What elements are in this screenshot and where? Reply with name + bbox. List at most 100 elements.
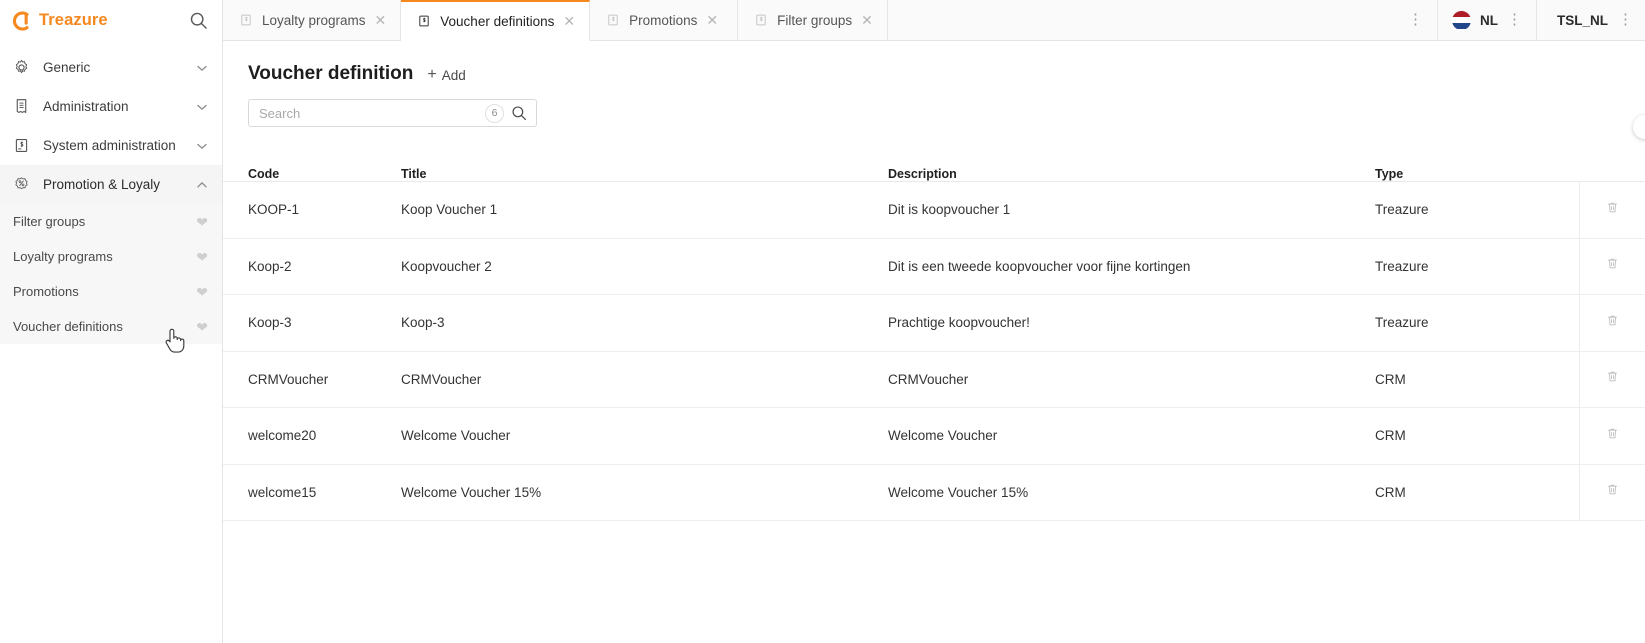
tab-label: Loyalty programs xyxy=(262,12,366,28)
page-content: Voucher definition + Add 6 xyxy=(223,41,1645,643)
sidebar-item-promotion-loyaly[interactable]: Promotion & Loyaly xyxy=(0,165,222,204)
chevron-down-icon[interactable] xyxy=(196,140,208,152)
search-icon[interactable] xyxy=(189,11,208,30)
cell-description: Prachtige koopvoucher! xyxy=(888,315,1030,331)
tab-bar: Loyalty programs ✕ Voucher definitions ✕ xyxy=(223,0,1645,41)
cell-description: Dit is koopvoucher 1 xyxy=(888,202,1011,218)
main-area: Loyalty programs ✕ Voucher definitions ✕ xyxy=(223,0,1645,643)
delete-row-button[interactable] xyxy=(1579,238,1645,294)
close-icon[interactable]: ✕ xyxy=(706,13,718,27)
add-button[interactable]: + Add xyxy=(427,67,465,83)
cell-title: Koopvoucher 2 xyxy=(401,258,492,274)
sidebar-item-label: System administration xyxy=(43,138,176,153)
netherlands-flag-icon xyxy=(1451,10,1471,30)
page-title: Voucher definition xyxy=(248,63,414,84)
cell-code: Koop-2 xyxy=(248,258,292,274)
sidebar-subitem-label: Loyalty programs xyxy=(13,249,113,264)
sidebar-item-label: Promotion & Loyaly xyxy=(43,177,161,192)
sidebar-item-promotions[interactable]: Promotions ❤ xyxy=(0,274,222,309)
cell-code: CRMVoucher xyxy=(248,371,329,387)
column-header-type: Type xyxy=(1375,167,1404,181)
sidebar-nav: Generic Administration System administra… xyxy=(0,41,222,344)
sidebar-item-filter-groups[interactable]: Filter groups ❤ xyxy=(0,204,222,239)
table-row[interactable]: KOOP-1 Koop Voucher 1 Dit is koopvoucher… xyxy=(223,182,1645,239)
sidebar-item-generic[interactable]: Generic xyxy=(0,48,222,87)
brand[interactable]: Treazure xyxy=(10,10,108,32)
sidebar-item-administration[interactable]: Administration xyxy=(0,87,222,126)
cell-type: Treazure xyxy=(1375,202,1429,218)
trash-icon xyxy=(1605,200,1620,220)
application-window: Treazure Generic Administration System a… xyxy=(0,0,1645,643)
search-area: 6 xyxy=(223,85,1645,127)
gear-icon xyxy=(13,59,35,76)
tenant-label: TSL_NL xyxy=(1556,12,1608,28)
table-row[interactable]: welcome20 Welcome Voucher Welcome Vouche… xyxy=(223,408,1645,465)
delete-row-button[interactable] xyxy=(1579,408,1645,464)
heart-icon[interactable]: ❤ xyxy=(196,320,208,334)
tenant-selector[interactable]: TSL_NL ⋮ xyxy=(1537,0,1645,40)
close-icon[interactable]: ✕ xyxy=(563,14,575,28)
page-header: Voucher definition + Add xyxy=(223,41,1645,85)
delete-row-button[interactable] xyxy=(1579,351,1645,407)
close-icon[interactable]: ✕ xyxy=(375,13,387,27)
panel-toggle-handle[interactable] xyxy=(1633,115,1645,139)
sidebar-subitem-label: Filter groups xyxy=(13,214,86,229)
cell-description: CRMVoucher xyxy=(888,371,969,387)
table-row[interactable]: CRMVoucher CRMVoucher CRMVoucher CRM xyxy=(223,351,1645,408)
cell-title: Koop Voucher 1 xyxy=(401,202,498,218)
column-header-actions xyxy=(1579,154,1645,181)
more-vertical-icon[interactable]: ⋮ xyxy=(1408,12,1423,26)
brand-name: Treazure xyxy=(39,11,108,29)
page-icon xyxy=(417,14,431,28)
cell-type: CRM xyxy=(1375,484,1406,500)
sidebar-subitem-label: Promotions xyxy=(13,284,79,299)
percent-badge-icon xyxy=(13,176,35,193)
table-row[interactable]: welcome15 Welcome Voucher 15% Welcome Vo… xyxy=(223,464,1645,521)
tab-label: Voucher definitions xyxy=(440,13,555,29)
close-icon[interactable]: ✕ xyxy=(861,13,873,27)
more-vertical-icon[interactable]: ⋮ xyxy=(1618,12,1633,26)
heart-icon[interactable]: ❤ xyxy=(196,215,208,229)
sidebar-header: Treazure xyxy=(0,0,222,41)
heart-icon[interactable]: ❤ xyxy=(196,250,208,264)
table-row[interactable]: Koop-2 Koopvoucher 2 Dit is een tweede k… xyxy=(223,238,1645,295)
sidebar-subgroup: Filter groups ❤ Loyalty programs ❤ Promo… xyxy=(0,204,222,344)
sidebar: Treazure Generic Administration System a… xyxy=(0,0,223,643)
locale-selector[interactable]: NL ⋮ xyxy=(1438,0,1537,40)
trash-icon xyxy=(1605,256,1620,276)
cell-code: welcome15 xyxy=(248,484,317,500)
cell-type: CRM xyxy=(1375,371,1406,387)
sidebar-item-voucher-definitions[interactable]: Voucher definitions ❤ xyxy=(0,309,222,344)
sidebar-item-system-administration[interactable]: System administration xyxy=(0,126,222,165)
treazure-logo-icon xyxy=(10,10,32,32)
chevron-down-icon[interactable] xyxy=(196,62,208,74)
chevron-up-icon[interactable] xyxy=(196,179,208,191)
cell-title: Welcome Voucher 15% xyxy=(401,484,542,500)
document-icon xyxy=(13,98,35,115)
tab-bar-filler: ⋮ xyxy=(888,0,1438,40)
delete-row-button[interactable] xyxy=(1579,464,1645,520)
cell-code: Koop-3 xyxy=(248,315,292,331)
trash-icon xyxy=(1605,426,1620,446)
cell-title: Koop-3 xyxy=(401,315,445,331)
tab-promotions[interactable]: Promotions ✕ xyxy=(590,0,739,40)
cell-type: Treazure xyxy=(1375,258,1429,274)
table-row[interactable]: Koop-3 Koop-3 Prachtige koopvoucher! Tre… xyxy=(223,295,1645,352)
tab-filter-groups[interactable]: Filter groups ✕ xyxy=(738,0,888,40)
tab-list: Loyalty programs ✕ Voucher definitions ✕ xyxy=(223,0,888,41)
chevron-down-icon[interactable] xyxy=(196,101,208,113)
delete-row-button[interactable] xyxy=(1579,295,1645,351)
tab-loyalty-programs[interactable]: Loyalty programs ✕ xyxy=(223,0,402,40)
heart-icon[interactable]: ❤ xyxy=(196,285,208,299)
search-input[interactable] xyxy=(249,105,485,121)
sidebar-item-loyalty-programs[interactable]: Loyalty programs ❤ xyxy=(0,239,222,274)
column-header-description: Description xyxy=(888,167,957,181)
more-vertical-icon[interactable]: ⋮ xyxy=(1507,12,1522,26)
tab-voucher-definitions[interactable]: Voucher definitions ✕ xyxy=(401,0,591,41)
page-icon xyxy=(606,13,620,27)
delete-row-button[interactable] xyxy=(1579,182,1645,238)
cell-description: Welcome Voucher 15% xyxy=(888,484,1029,500)
sidebar-item-label: Administration xyxy=(43,99,129,114)
search-icon[interactable] xyxy=(511,105,536,121)
search-bar: 6 xyxy=(248,99,537,127)
